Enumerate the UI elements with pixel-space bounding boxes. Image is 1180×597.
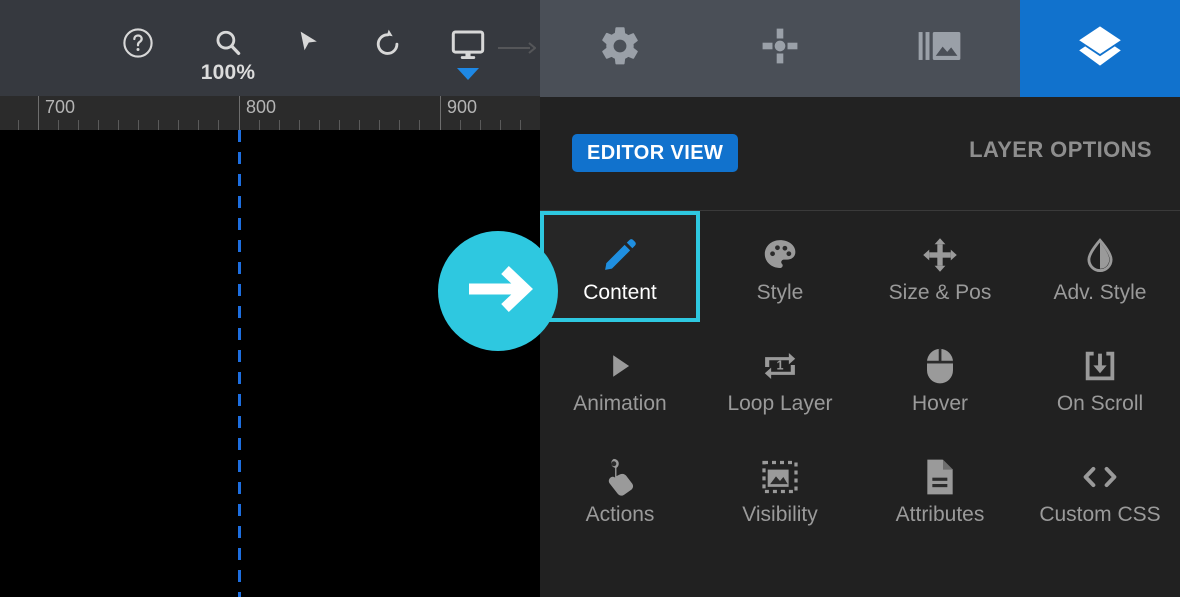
option-label: Actions	[585, 503, 655, 526]
loop-one-icon: 1	[761, 341, 799, 391]
tab-move[interactable]	[700, 0, 860, 97]
option-hover[interactable]: Hover	[860, 322, 1020, 433]
tap-hand-icon	[603, 452, 637, 502]
arrow-right-icon[interactable]	[496, 38, 537, 63]
option-label: Style	[756, 281, 804, 304]
tab-slides[interactable]	[860, 0, 1020, 97]
option-custom-css[interactable]: Custom CSS	[1020, 433, 1180, 544]
mouse-icon	[924, 341, 956, 391]
image-dashed-icon	[760, 452, 800, 502]
editor-view-button[interactable]: EDITOR VIEW	[572, 134, 739, 172]
editor-window: 100% 700 800 900 EDITOR VIEW LAYER OPTIO…	[0, 0, 1180, 597]
option-label: Loop Layer	[727, 392, 833, 415]
move-cross-icon	[921, 230, 959, 280]
document-icon	[923, 452, 957, 502]
play-icon	[603, 341, 637, 391]
layer-options-panel: EDITOR VIEW LAYER OPTIONS Content Style …	[540, 0, 1180, 597]
svg-text:1: 1	[776, 358, 783, 372]
option-actions[interactable]: Actions	[540, 433, 700, 544]
option-size-pos[interactable]: Size & Pos	[860, 211, 1020, 322]
option-label: Attributes	[895, 503, 985, 526]
panel-header: EDITOR VIEW LAYER OPTIONS	[540, 97, 1180, 210]
zoom-level-label: 100%	[200, 61, 256, 84]
ruler-label-700: 700	[45, 97, 76, 117]
layer-options-grid: Content Style Size & Pos Adv. Style Anim…	[540, 211, 1180, 544]
slides-image-icon	[917, 26, 963, 71]
option-label: Content	[583, 281, 657, 304]
option-attributes[interactable]: Attributes	[860, 433, 1020, 544]
help-icon	[121, 26, 155, 60]
option-label: Visibility	[742, 503, 818, 526]
gear-icon	[598, 24, 642, 73]
ruler-label-900: 900	[447, 97, 478, 117]
search-icon	[211, 26, 245, 60]
option-loop-layer[interactable]: 1 Loop Layer	[700, 322, 860, 433]
arrow-right-icon	[457, 248, 539, 335]
download-box-icon	[1081, 341, 1119, 391]
chevron-down-icon[interactable]	[457, 68, 479, 80]
option-style[interactable]: Style	[700, 211, 860, 322]
option-label: Custom CSS	[1039, 503, 1161, 526]
select-tool-button[interactable]	[268, 0, 348, 96]
horizontal-ruler[interactable]: 700 800 900	[0, 96, 540, 131]
ruler-label-800: 800	[246, 97, 277, 117]
option-label: Animation	[573, 392, 667, 415]
pencil-icon	[601, 230, 639, 280]
palette-icon	[761, 230, 799, 280]
panel-tab-bar	[540, 0, 1180, 97]
tab-settings[interactable]	[540, 0, 700, 97]
slide-canvas[interactable]	[0, 130, 540, 597]
cursor-icon	[292, 26, 324, 58]
undo-icon	[371, 26, 405, 60]
option-animation[interactable]: Animation	[540, 322, 700, 433]
help-button[interactable]	[98, 0, 178, 96]
canvas-toolbar: 100%	[0, 0, 540, 96]
option-visibility[interactable]: Visibility	[700, 433, 860, 544]
option-label: Size & Pos	[888, 281, 992, 304]
option-label: Hover	[911, 392, 969, 415]
zoom-button[interactable]: 100%	[188, 0, 268, 96]
layers-icon	[1074, 22, 1126, 75]
tab-layers[interactable]	[1020, 0, 1180, 97]
move-cross-icon	[758, 24, 802, 73]
layer-options-title: LAYER OPTIONS	[969, 137, 1152, 162]
code-icon	[1079, 452, 1121, 502]
vertical-guide-line[interactable]	[238, 130, 241, 597]
option-on-scroll[interactable]: On Scroll	[1020, 322, 1180, 433]
option-label: On Scroll	[1056, 392, 1144, 415]
pointer-arrow-badge	[438, 231, 558, 351]
monitor-icon	[448, 26, 488, 62]
option-content[interactable]: Content	[540, 211, 700, 322]
undo-button[interactable]	[348, 0, 428, 96]
option-label: Adv. Style	[1053, 281, 1147, 304]
droplet-icon	[1082, 230, 1118, 280]
option-adv-style[interactable]: Adv. Style	[1020, 211, 1180, 322]
